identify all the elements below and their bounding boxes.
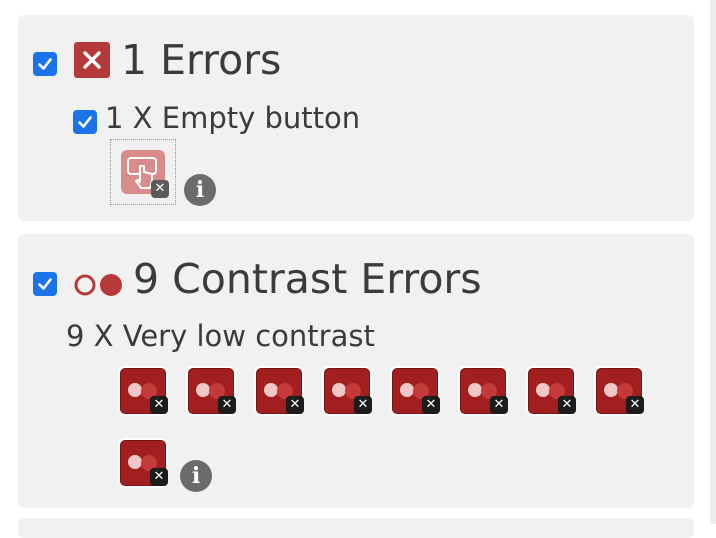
- contrast-thumbnail[interactable]: ✕: [528, 368, 576, 414]
- contrast-thumbnail[interactable]: ✕: [392, 368, 440, 414]
- checkmark-icon: [38, 58, 52, 70]
- close-badge-icon: ✕: [626, 396, 644, 414]
- contrast-thumbnail[interactable]: ✕: [120, 440, 168, 486]
- light-dot-icon: [604, 383, 618, 397]
- contrast-thumbnail[interactable]: ✕: [256, 368, 304, 414]
- very-low-contrast-label: 9 X Very low contrast: [66, 319, 375, 353]
- empty-button-checkbox[interactable]: [73, 110, 97, 134]
- light-dot-icon: [400, 383, 414, 397]
- light-dot-icon: [536, 383, 550, 397]
- contrast-errors-panel: 9 Contrast Errors 9 X Very low contrast …: [18, 234, 694, 508]
- contrast-thumbnail[interactable]: ✕: [188, 368, 236, 414]
- light-dot-icon: [128, 383, 142, 397]
- close-badge-icon: ✕: [422, 396, 440, 414]
- contrast-dots-icon: [74, 274, 122, 296]
- contrast-thumbnail[interactable]: ✕: [596, 368, 644, 414]
- light-dot-icon: [128, 455, 142, 469]
- errors-category-checkbox[interactable]: [33, 52, 57, 76]
- close-badge-icon: ✕: [490, 396, 508, 414]
- empty-button-thumbnail[interactable]: ✕: [110, 139, 176, 205]
- contrast-category-title: 9 Contrast Errors: [133, 255, 482, 303]
- errors-category-title: 1 Errors: [121, 36, 282, 84]
- checkmark-icon: [38, 278, 52, 290]
- contrast-thumbnail[interactable]: ✕: [120, 368, 168, 414]
- close-badge-icon: ✕: [354, 396, 372, 414]
- light-dot-icon: [196, 383, 210, 397]
- close-badge-icon: ✕: [558, 396, 576, 414]
- close-badge-icon: ✕: [150, 468, 168, 486]
- errors-panel: 1 Errors 1 X Empty button ✕ i: [18, 15, 694, 221]
- close-badge-icon: ✕: [150, 396, 168, 414]
- close-badge-icon: ✕: [286, 396, 304, 414]
- light-dot-icon: [468, 383, 482, 397]
- scrollbar-track[interactable]: [710, 0, 716, 524]
- checkmark-icon: [78, 116, 92, 128]
- error-x-icon: [74, 42, 110, 78]
- close-badge-icon: ✕: [218, 396, 236, 414]
- close-badge-icon: ✕: [151, 180, 169, 198]
- info-icon[interactable]: i: [180, 460, 212, 492]
- contrast-thumbnail[interactable]: ✕: [324, 368, 372, 414]
- info-icon[interactable]: i: [184, 174, 216, 206]
- contrast-category-checkbox[interactable]: [33, 272, 57, 296]
- empty-button-label: 1 X Empty button: [105, 101, 361, 135]
- contrast-thumbnail[interactable]: ✕: [460, 368, 508, 414]
- light-dot-icon: [332, 383, 346, 397]
- next-panel: [18, 518, 694, 538]
- light-dot-icon: [264, 383, 278, 397]
